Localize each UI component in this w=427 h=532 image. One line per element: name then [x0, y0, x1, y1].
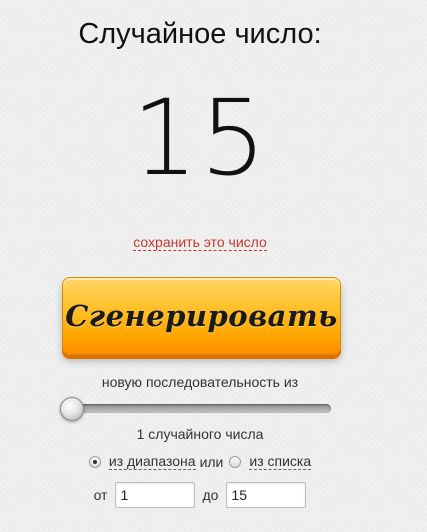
- range-radio[interactable]: [88, 455, 101, 468]
- or-label: или: [199, 453, 224, 470]
- list-option-label[interactable]: из списка: [249, 453, 312, 470]
- sequence-slider-track[interactable]: [63, 404, 331, 413]
- save-number-container: сохранить это число: [0, 234, 400, 252]
- range-to-input[interactable]: [226, 482, 307, 508]
- random-number-display: 15: [131, 77, 269, 199]
- mode-selector: из диапазона или из списка: [0, 453, 400, 470]
- to-label: до: [202, 487, 219, 503]
- sequence-label: новую последовательность из: [101, 374, 299, 390]
- sequence-count-label: 1 случайного числа: [136, 426, 264, 442]
- save-number-link[interactable]: сохранить это число: [133, 234, 267, 251]
- from-label: от: [93, 487, 108, 503]
- range-from-input[interactable]: [115, 482, 196, 508]
- generate-button-label: Сгенерировать: [65, 299, 338, 333]
- range-option-label[interactable]: из диапазона: [108, 453, 196, 470]
- page-title: Случайное число:: [78, 18, 322, 50]
- range-inputs: от до: [0, 482, 400, 508]
- sequence-slider-handle[interactable]: [60, 397, 84, 421]
- generate-button[interactable]: Сгенерировать: [62, 277, 341, 355]
- list-radio[interactable]: [229, 455, 242, 468]
